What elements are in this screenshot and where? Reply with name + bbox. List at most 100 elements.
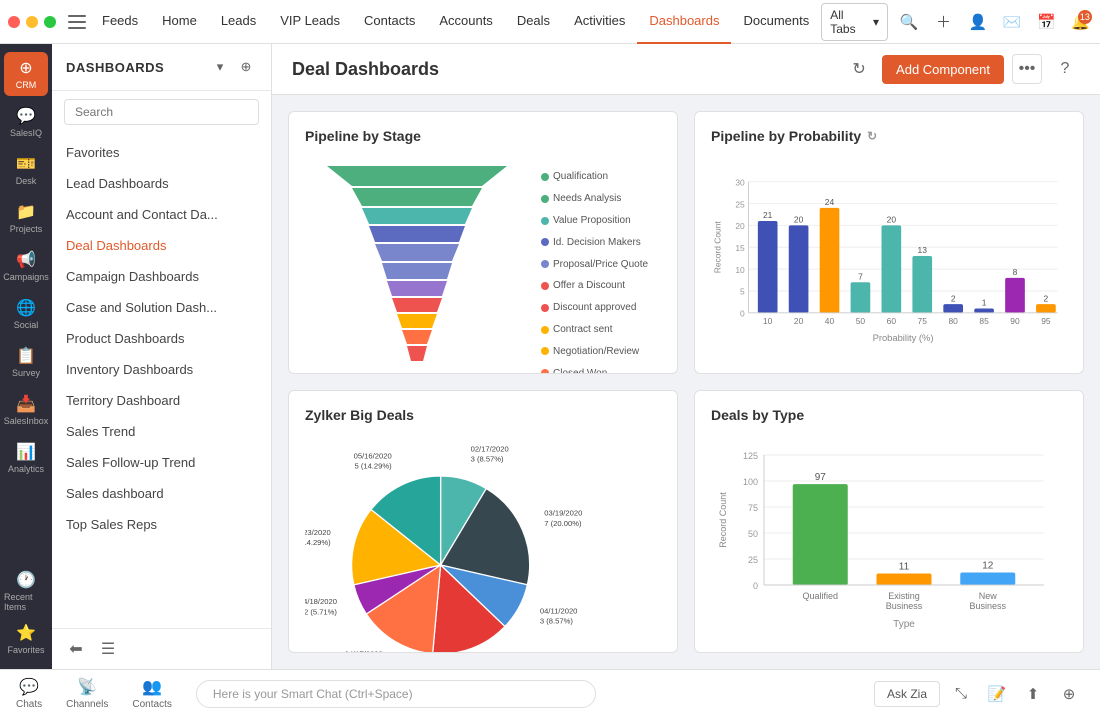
sidebar-item-salesiq[interactable]: 💬SalesIQ bbox=[4, 100, 48, 144]
pipeline-probability-title: Pipeline by Probability ↻ bbox=[711, 128, 1067, 144]
nav-item-feeds[interactable]: Feeds bbox=[90, 0, 150, 44]
sidebar-item-projects[interactable]: 📁Projects bbox=[4, 196, 48, 240]
sidebar-item-salesinbox[interactable]: 📥SalesInbox bbox=[4, 388, 48, 432]
funnel-dot bbox=[541, 217, 549, 225]
nav-item-home[interactable]: Home bbox=[150, 0, 209, 44]
svg-text:20: 20 bbox=[794, 316, 804, 326]
svg-text:12: 12 bbox=[982, 561, 994, 572]
sidebar-item-campaigns[interactable]: 📢Campaigns bbox=[4, 244, 48, 288]
ask-zia-button[interactable]: Ask Zia bbox=[874, 681, 940, 707]
nav-sidebar-item-sales-follow-up-trend[interactable]: Sales Follow-up Trend bbox=[52, 447, 271, 478]
nav-sidebar-item-account-and-contact-da[interactable]: Account and Contact Da... bbox=[52, 199, 271, 230]
nav-sidebar-item-deal-dashboards[interactable]: Deal Dashboards bbox=[52, 230, 271, 261]
close-button[interactable] bbox=[8, 16, 20, 28]
svg-text:25: 25 bbox=[748, 555, 758, 565]
calendar-icon[interactable]: 📅 bbox=[1033, 8, 1059, 36]
contacts-icon[interactable]: 👤 bbox=[965, 8, 991, 36]
nav-item-deals[interactable]: Deals bbox=[505, 0, 562, 44]
nav-sidebar-item-lead-dashboards[interactable]: Lead Dashboards bbox=[52, 168, 271, 199]
svg-text:2 (5.71%): 2 (5.71%) bbox=[305, 607, 337, 616]
bottom-more-icon[interactable]: ⊕ bbox=[1054, 679, 1084, 709]
maximize-button[interactable] bbox=[44, 16, 56, 28]
notifications-icon[interactable]: 🔔 13 bbox=[1068, 8, 1094, 36]
nav-sidebar-item-campaign-dashboards[interactable]: Campaign Dashboards bbox=[52, 261, 271, 292]
nav-item-leads[interactable]: Leads bbox=[209, 0, 268, 44]
help-icon[interactable]: ? bbox=[1050, 54, 1080, 84]
svg-text:Business: Business bbox=[969, 601, 1006, 611]
svg-text:85: 85 bbox=[979, 316, 989, 326]
nav-item-vip-leads[interactable]: VIP Leads bbox=[268, 0, 352, 44]
sidebar-item-analytics[interactable]: 📊Analytics bbox=[4, 436, 48, 480]
menu-icon[interactable] bbox=[68, 8, 86, 36]
svg-text:04/18/2020: 04/18/2020 bbox=[305, 597, 337, 606]
nav-item-dashboards[interactable]: Dashboards bbox=[637, 0, 731, 44]
funnel-dot bbox=[541, 369, 549, 374]
sidebar-collapse-icon[interactable]: ⬅ bbox=[64, 637, 88, 661]
svg-text:25: 25 bbox=[735, 199, 745, 209]
search-icon[interactable]: 🔍 bbox=[896, 8, 922, 36]
svg-text:20: 20 bbox=[794, 215, 804, 225]
funnel-label-item: Value Proposition bbox=[541, 215, 661, 226]
sidebar-bottom-favorites[interactable]: ⭐Favorites bbox=[4, 617, 48, 661]
search-input[interactable] bbox=[64, 99, 259, 125]
funnel-dot bbox=[541, 173, 549, 181]
funnel-dot bbox=[541, 326, 549, 334]
more-options-icon[interactable]: ••• bbox=[1012, 54, 1042, 84]
sidebar-item-desk[interactable]: 🎫Desk bbox=[4, 148, 48, 192]
svg-text:20: 20 bbox=[887, 215, 897, 225]
svg-text:75: 75 bbox=[918, 316, 928, 326]
zylker-big-deals-card: Zylker Big Deals 02/17/20203 (8.57%)03/1… bbox=[288, 390, 678, 653]
svg-text:5: 5 bbox=[740, 287, 745, 297]
svg-text:New: New bbox=[979, 591, 998, 601]
sidebar-list-icon[interactable]: ☰ bbox=[96, 637, 120, 661]
svg-text:20: 20 bbox=[735, 221, 745, 231]
icon-sidebar: ⊕CRM💬SalesIQ🎫Desk📁Projects📢Campaigns🌐Soc… bbox=[0, 44, 52, 669]
pipeline-stage-card: Pipeline by Stage bbox=[288, 111, 678, 374]
svg-text:0: 0 bbox=[753, 581, 758, 591]
add-component-button[interactable]: Add Component bbox=[882, 55, 1004, 84]
sidebar-item-social[interactable]: 🌐Social bbox=[4, 292, 48, 336]
sidebar-item-survey[interactable]: 📋Survey bbox=[4, 340, 48, 384]
nav-sidebar-item-top-sales-reps[interactable]: Top Sales Reps bbox=[52, 509, 271, 540]
nav-sidebar-item-case-and-solution-dash[interactable]: Case and Solution Dash... bbox=[52, 292, 271, 323]
svg-text:15: 15 bbox=[735, 243, 745, 253]
svg-text:Existing: Existing bbox=[888, 591, 920, 601]
svg-text:7 (20.00%): 7 (20.00%) bbox=[544, 519, 582, 528]
contacts-bottom-button[interactable]: 👥 Contacts bbox=[132, 677, 171, 710]
nav-item-documents[interactable]: Documents bbox=[731, 0, 821, 44]
bottom-upload-icon[interactable]: ⬆ bbox=[1018, 679, 1048, 709]
email-icon[interactable]: ✉️ bbox=[999, 8, 1025, 36]
nav-sidebar-item-inventory-dashboards[interactable]: Inventory Dashboards bbox=[52, 354, 271, 385]
nav-sidebar-item-territory-dashboard[interactable]: Territory Dashboard bbox=[52, 385, 271, 416]
svg-text:13: 13 bbox=[918, 245, 928, 255]
nav-sidebar-item-sales-dashboard[interactable]: Sales dashboard bbox=[52, 478, 271, 509]
nav-sidebar-item-favorites[interactable]: Favorites bbox=[52, 137, 271, 168]
minimize-button[interactable] bbox=[26, 16, 38, 28]
probability-bar-chart: 0510152025302110202024407502060137528018… bbox=[711, 156, 1067, 374]
refresh-small-icon[interactable]: ↻ bbox=[867, 129, 877, 143]
nav-sidebar-add-icon[interactable]: ⊕ bbox=[235, 56, 257, 78]
notification-badge: 13 bbox=[1078, 10, 1092, 24]
sidebar-item-crm[interactable]: ⊕CRM bbox=[4, 52, 48, 96]
pipeline-probability-card: Pipeline by Probability ↻ 05101520253021… bbox=[694, 111, 1084, 374]
funnel-shape bbox=[305, 156, 529, 374]
nav-item-contacts[interactable]: Contacts bbox=[352, 0, 427, 44]
refresh-icon[interactable]: ↻ bbox=[844, 54, 874, 84]
nav-sidebar-actions: ▾ ⊕ bbox=[209, 56, 257, 78]
chats-button[interactable]: 💬 Chats bbox=[16, 677, 42, 710]
nav-sidebar-chevron-icon[interactable]: ▾ bbox=[209, 56, 231, 78]
nav-item-activities[interactable]: Activities bbox=[562, 0, 637, 44]
all-tabs-button[interactable]: All Tabs ▾ bbox=[821, 3, 888, 41]
svg-text:100: 100 bbox=[743, 477, 758, 487]
nav-sidebar-header: DASHBOARDS ▾ ⊕ bbox=[52, 44, 271, 91]
channels-button[interactable]: 📡 Channels bbox=[66, 677, 108, 710]
bottom-expand-icon[interactable]: ⤡ bbox=[946, 679, 976, 709]
smart-chat: Here is your Smart Chat (Ctrl+Space) bbox=[196, 680, 850, 708]
add-icon[interactable]: ＋ bbox=[930, 8, 956, 36]
smart-chat-input[interactable]: Here is your Smart Chat (Ctrl+Space) bbox=[196, 680, 596, 708]
nav-item-accounts[interactable]: Accounts bbox=[427, 0, 504, 44]
nav-sidebar-item-product-dashboards[interactable]: Product Dashboards bbox=[52, 323, 271, 354]
nav-sidebar-item-sales-trend[interactable]: Sales Trend bbox=[52, 416, 271, 447]
bottom-note-icon[interactable]: 📝 bbox=[982, 679, 1012, 709]
sidebar-bottom-recent-items[interactable]: 🕐Recent Items bbox=[4, 569, 48, 613]
